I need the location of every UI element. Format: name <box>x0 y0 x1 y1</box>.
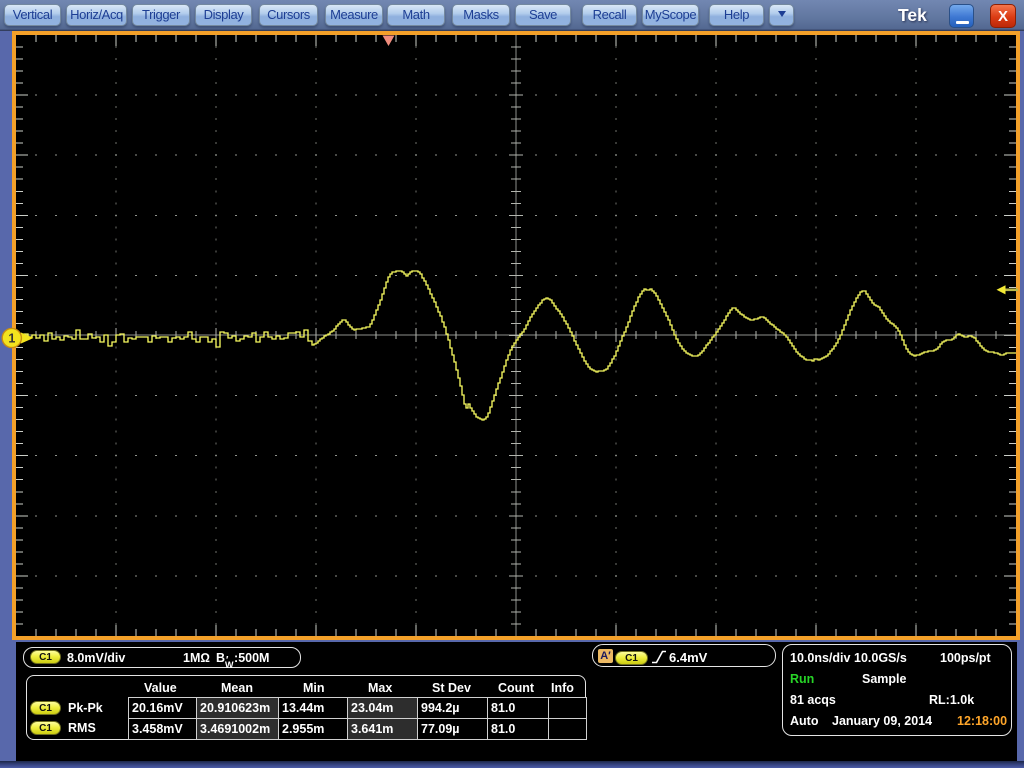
svg-text:1: 1 <box>8 332 15 346</box>
